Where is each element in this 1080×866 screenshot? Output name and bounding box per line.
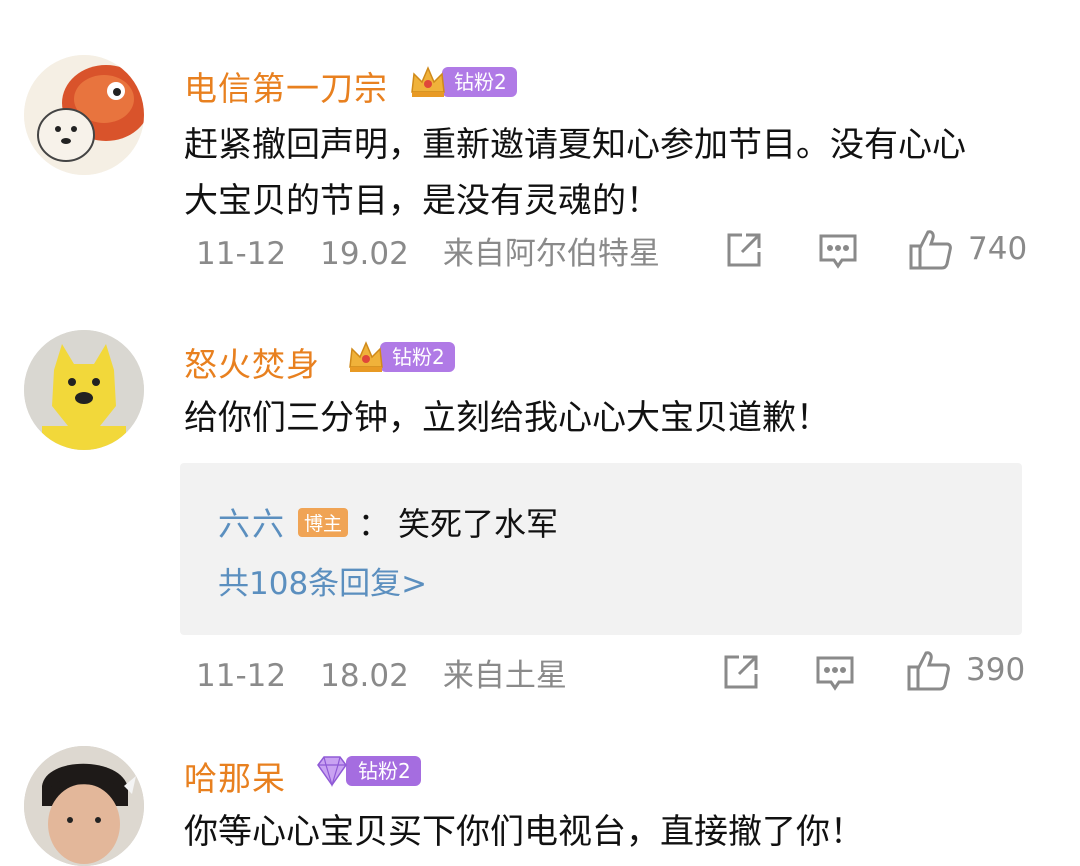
comment-icon <box>816 656 854 691</box>
badge-label: 钻粉2 <box>380 342 455 372</box>
comment-2: 怒火焚身 钻粉2 给你们三分钟，立刻给我心心大宝贝道歉！ 六六 博主 ： 笑死了… <box>0 300 1080 720</box>
comment-button[interactable] <box>815 652 855 692</box>
like-count: 740 <box>968 231 1028 267</box>
share-button[interactable] <box>721 652 761 692</box>
diamond-icon <box>317 756 347 788</box>
avatar[interactable] <box>24 330 144 450</box>
share-icon <box>727 233 761 267</box>
comment-icon <box>819 234 857 269</box>
comment-date: 11-12 <box>196 236 287 272</box>
reply-line: 六六 博主 ： 笑死了水军 <box>218 499 558 545</box>
share-button[interactable] <box>724 230 764 270</box>
avatar[interactable] <box>24 55 144 175</box>
comment-meta: 11-12 19.02 来自阿尔伯特星 <box>196 228 694 273</box>
comment-text-line: 你等心心宝贝买下你们电视台，直接撤了你！ <box>184 812 864 852</box>
comment-time: 19.02 <box>320 236 409 272</box>
comment-text: 赶紧撤回声明，重新邀请夏知心参加节目。没有心心 大宝贝的节目，是没有灵魂的！ <box>184 117 1014 229</box>
fan-badge[interactable]: 钻粉2 <box>408 65 517 99</box>
reply-colon: ： <box>358 505 391 543</box>
like-count: 390 <box>966 652 1026 688</box>
comment-3: 哈那呆 钻粉2 你等心心宝贝买下你们电视台，直接撤了你！ <box>0 720 1080 866</box>
badge-label: 钻粉2 <box>442 67 517 97</box>
comment-location: 来自土星 <box>442 658 567 694</box>
comment-date: 11-12 <box>196 658 287 694</box>
thumbs-up-icon <box>909 230 952 270</box>
comment-meta: 11-12 18.02 来自土星 <box>196 650 601 695</box>
like-button[interactable]: 390 <box>906 647 1025 693</box>
username[interactable]: 怒火焚身 <box>184 338 320 386</box>
reply-username[interactable]: 六六 <box>218 499 286 545</box>
reply-preview[interactable]: 六六 博主 ： 笑死了水军 共108条回复> <box>180 463 1022 635</box>
avatar[interactable] <box>24 746 144 866</box>
crown-icon <box>411 66 445 97</box>
comment-text-line: 赶紧撤回声明，重新邀请夏知心参加节目。没有心心 <box>184 125 966 165</box>
thumbs-up-icon <box>907 651 950 691</box>
crown-icon <box>349 341 383 372</box>
blogger-badge: 博主 <box>298 507 349 537</box>
view-all-replies-link[interactable]: 共108条回复> <box>218 558 427 603</box>
badge-label: 钻粉2 <box>346 756 421 786</box>
comment-1: 电信第一刀宗 钻粉2 赶紧撤回声明，重新邀请夏知心参加节目。没有心心 大宝贝的节… <box>0 0 1080 300</box>
fan-badge[interactable]: 钻粉2 <box>312 754 421 788</box>
comment-text: 给你们三分钟，立刻给我心心大宝贝道歉！ <box>184 390 1014 446</box>
username[interactable]: 哈那呆 <box>184 752 286 800</box>
comment-text-line: 给你们三分钟，立刻给我心心大宝贝道歉！ <box>184 398 830 438</box>
reply-text: 笑死了水军 <box>398 505 559 543</box>
like-button[interactable]: 740 <box>908 226 1027 272</box>
comment-time: 18.02 <box>320 658 409 694</box>
comment-location: 来自阿尔伯特星 <box>442 236 660 272</box>
username[interactable]: 电信第一刀宗 <box>184 62 388 110</box>
fan-badge[interactable]: 钻粉2 <box>346 340 455 374</box>
share-icon <box>724 655 758 689</box>
comment-button[interactable] <box>818 230 858 270</box>
comment-text-line: 大宝贝的节目，是没有灵魂的！ <box>184 181 660 221</box>
comment-text: 你等心心宝贝买下你们电视台，直接撤了你！ <box>184 804 1014 860</box>
